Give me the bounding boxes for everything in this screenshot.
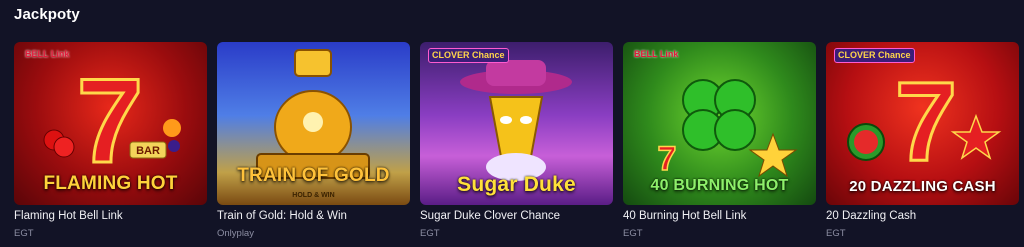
svg-text:BAR: BAR [136, 145, 160, 157]
game-thumbnail[interactable]: TRAIN OF GOLD HOLD & WIN [217, 42, 410, 205]
game-logo-text: TRAIN OF GOLD [237, 165, 390, 186]
game-logo-text: 20 DAZZLING CASH [849, 178, 996, 195]
game-carousel: 7 BAR BELL Link FLAMING HOT Flaming Hot … [14, 42, 1024, 247]
svg-text:7: 7 [77, 54, 144, 188]
game-thumbnail[interactable]: 7 BAR BELL Link FLAMING HOT [14, 42, 207, 205]
section-title: Jackpoty [14, 6, 80, 23]
game-name[interactable]: Sugar Duke Clover Chance [420, 210, 613, 222]
game-name[interactable]: Train of Gold: Hold & Win [217, 210, 410, 222]
game-logo-subtitle: HOLD & WIN [292, 192, 335, 199]
game-logo-text: Sugar Duke [457, 173, 576, 196]
jackpot-badge: CLOVER Chance [428, 48, 509, 63]
game-thumbnail[interactable]: 7 BELL Link 40 BURNING HOT [623, 42, 816, 205]
game-provider: EGT [14, 228, 34, 239]
game-thumbnail[interactable]: CLOVER Chance Sugar Duke [420, 42, 613, 205]
game-logo-text: 40 BURNING HOT [650, 177, 789, 194]
game-card-20-dazzling-cash[interactable]: 7 CLOVER Chance 20 DAZZLING CASH 20 Dazz… [826, 42, 1019, 239]
game-provider: EGT [420, 228, 440, 239]
game-card-sugar-duke[interactable]: CLOVER Chance Sugar Duke Sugar Duke Clov… [420, 42, 613, 239]
game-name[interactable]: Flaming Hot Bell Link [14, 210, 207, 222]
jackpot-badge: CLOVER Chance [834, 48, 915, 63]
game-logo-text: FLAMING HOT [43, 173, 178, 194]
game-name[interactable]: 20 Dazzling Cash [826, 210, 1019, 222]
game-name[interactable]: 40 Burning Hot Bell Link [623, 210, 816, 222]
game-provider: EGT [623, 228, 643, 239]
jackpot-badge: BELL Link [25, 49, 70, 59]
game-card-40-burning-hot[interactable]: 7 BELL Link 40 BURNING HOT 40 Burning Ho… [623, 42, 816, 239]
svg-text:7: 7 [658, 140, 677, 178]
game-card-flaming-hot[interactable]: 7 BAR BELL Link FLAMING HOT Flaming Hot … [14, 42, 207, 239]
game-provider: Onlyplay [217, 228, 254, 239]
game-provider: EGT [826, 228, 846, 239]
jackpot-badge: BELL Link [634, 49, 679, 59]
svg-text:7: 7 [895, 59, 957, 184]
game-thumbnail[interactable]: 7 CLOVER Chance 20 DAZZLING CASH [826, 42, 1019, 205]
game-card-train-of-gold[interactable]: TRAIN OF GOLD HOLD & WIN Train of Gold: … [217, 42, 410, 239]
